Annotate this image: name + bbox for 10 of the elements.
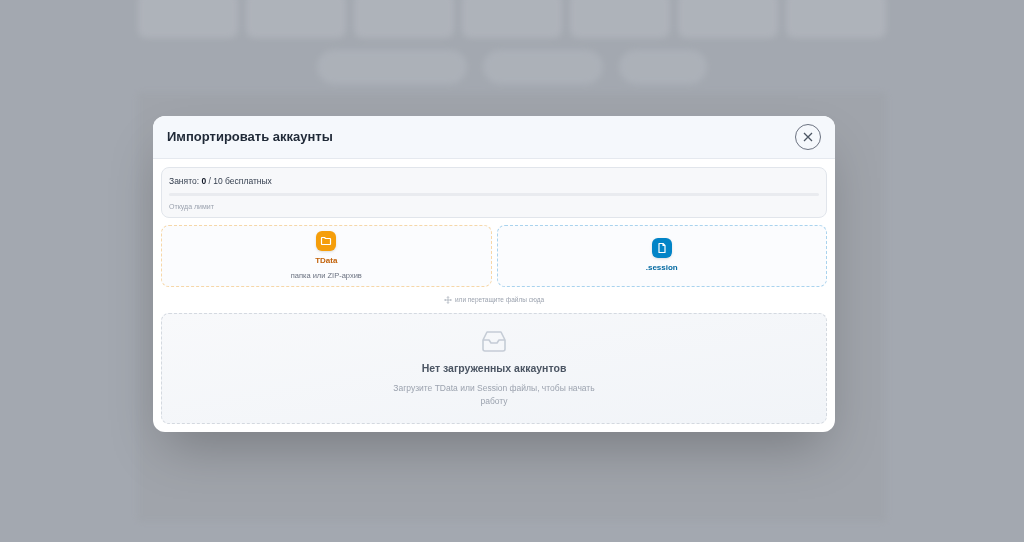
upload-dropzone[interactable]: .session [496,225,827,288]
source-title: TData [315,255,338,268]
dialog-title: Импортировать аккаунты [167,128,333,147]
source-title: .session [645,262,678,275]
inbox-icon [482,329,506,352]
empty-title: Нет загруженных аккаунтов [421,360,567,376]
usage-text: Занято: 0 / 10 бесплатных [169,175,273,188]
move-icon [443,296,452,305]
empty-text: Загрузите TData или Session файлы, чтобы начать работу [392,381,596,408]
close-icon [803,132,813,142]
